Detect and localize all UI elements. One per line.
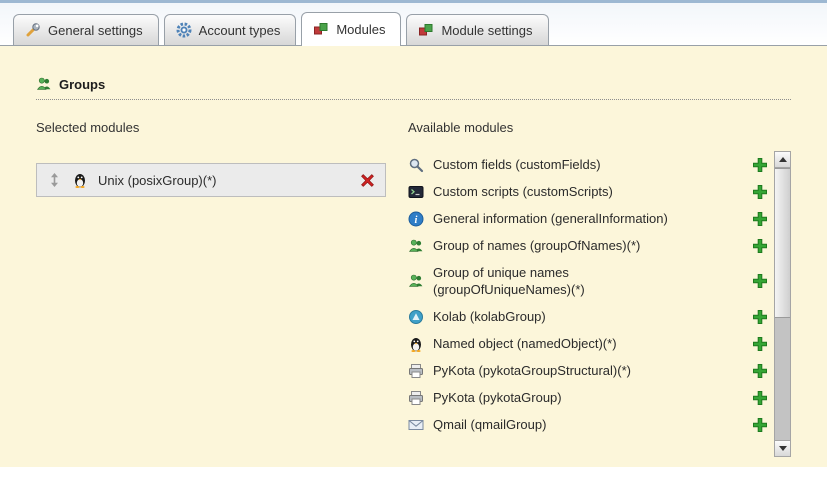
selected-module-row: Unix (posixGroup)(*) — [36, 163, 386, 197]
add-module-button[interactable] — [752, 238, 768, 254]
group-icon — [36, 76, 52, 92]
available-module-row: i General information (generalInformatio… — [408, 205, 768, 232]
add-module-button[interactable] — [752, 390, 768, 406]
add-module-button[interactable] — [752, 309, 768, 325]
available-module-label: Custom fields (customFields) — [433, 156, 601, 173]
kolab-icon — [408, 309, 424, 325]
gear-icon — [176, 22, 192, 38]
tab-modules[interactable]: Modules — [301, 12, 401, 46]
available-module-row: PyKota (pykotaGroup) — [408, 384, 768, 411]
tab-label: General settings — [48, 23, 143, 38]
available-module-row: Group of names (groupOfNames)(*) — [408, 232, 768, 259]
tab-label: Account types — [199, 23, 281, 38]
available-module-row: PyKota (pykotaGroupStructural)(*) — [408, 357, 768, 384]
selected-modules-heading: Selected modules — [36, 120, 386, 135]
add-module-button[interactable] — [752, 273, 768, 289]
available-module-label: PyKota (pykotaGroupStructural)(*) — [433, 362, 631, 379]
magnifier-icon — [408, 157, 424, 173]
scrollbar-up-button[interactable] — [775, 152, 790, 168]
available-module-label: Named object (namedObject)(*) — [433, 335, 617, 352]
script-icon — [408, 184, 424, 200]
available-module-label: Kolab (kolabGroup) — [433, 308, 546, 325]
module-columns: Selected modules — [36, 120, 791, 457]
penguin-icon — [408, 336, 424, 352]
available-module-label: Custom scripts (customScripts) — [433, 183, 613, 200]
group-icon — [408, 238, 424, 254]
available-module-row: Custom fields (customFields) — [408, 151, 768, 178]
available-modules-heading: Available modules — [408, 120, 791, 135]
available-module-row: Qmail (qmailGroup) — [408, 411, 768, 438]
available-module-row: Custom scripts (customScripts) — [408, 178, 768, 205]
wrench-icon — [25, 22, 41, 38]
drag-handle-icon[interactable] — [47, 171, 62, 189]
svg-text:i: i — [415, 215, 418, 226]
tab-label: Module settings — [441, 23, 532, 38]
tab-label: Modules — [336, 22, 385, 37]
selected-modules-column: Selected modules — [36, 120, 386, 457]
available-module-row: Kolab (kolabGroup) — [408, 303, 768, 330]
available-module-label: Qmail (qmailGroup) — [433, 416, 546, 433]
arrow-up-icon — [779, 157, 787, 162]
available-module-label: General information (generalInformation) — [433, 210, 668, 227]
available-modules-list: Custom fields (customFields) — [408, 151, 768, 438]
arrow-down-icon — [779, 446, 787, 451]
printer-icon — [408, 390, 424, 406]
penguin-icon — [72, 172, 88, 188]
remove-module-button[interactable] — [360, 173, 375, 188]
add-module-button[interactable] — [752, 336, 768, 352]
available-module-label: Group of names (groupOfNames)(*) — [433, 237, 640, 254]
blocks-icon — [313, 21, 329, 37]
available-modules-scrollbar[interactable] — [774, 151, 791, 457]
mail-icon — [408, 417, 424, 433]
add-module-button[interactable] — [752, 417, 768, 433]
scrollbar-down-button[interactable] — [775, 440, 790, 456]
available-modules-listbox: Custom fields (customFields) — [408, 151, 791, 457]
available-modules-column: Available modules Custom fields (customF… — [408, 120, 791, 457]
section-header: Groups — [36, 76, 791, 100]
modules-panel: Groups Selected modules — [0, 46, 827, 467]
available-module-label: PyKota (pykotaGroup) — [433, 389, 562, 406]
tab-module-settings[interactable]: Module settings — [406, 14, 548, 45]
tab-general-settings[interactable]: General settings — [13, 14, 159, 45]
add-module-button[interactable] — [752, 157, 768, 173]
available-module-row: Group of unique names (groupOfUniqueName… — [408, 259, 768, 303]
page-title: Groups — [59, 77, 105, 92]
add-module-button[interactable] — [752, 363, 768, 379]
add-module-button[interactable] — [752, 184, 768, 200]
info-icon: i — [408, 211, 424, 227]
tab-account-types[interactable]: Account types — [164, 14, 297, 45]
printer-icon — [408, 363, 424, 379]
scrollbar-thumb[interactable] — [775, 168, 790, 318]
available-module-label: Group of unique names (groupOfUniqueName… — [433, 264, 695, 298]
add-module-button[interactable] — [752, 211, 768, 227]
blocks-icon — [418, 22, 434, 38]
tab-bar: General settings Account types Modules — [0, 0, 827, 46]
selected-module-label: Unix (posixGroup)(*) — [98, 173, 216, 188]
group-icon — [408, 273, 424, 289]
available-module-row: Named object (namedObject)(*) — [408, 330, 768, 357]
